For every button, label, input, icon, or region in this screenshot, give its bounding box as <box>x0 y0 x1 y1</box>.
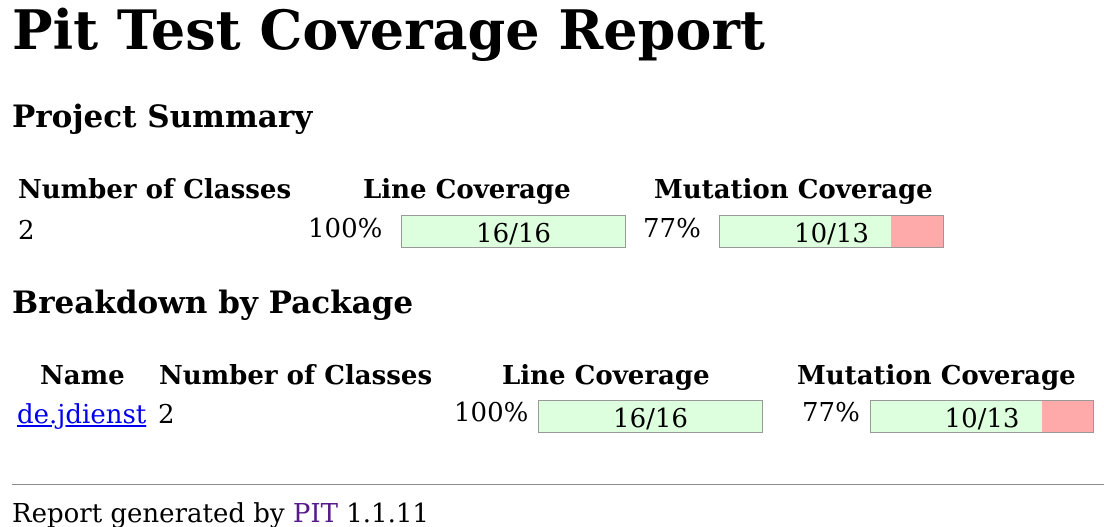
package-line-percent: 100% <box>454 398 529 428</box>
summary-mutation-coverage-label: 10/13 <box>794 219 869 249</box>
header-mutation-coverage: Mutation Coverage <box>797 361 1076 391</box>
header-line-coverage: Line Coverage <box>363 175 571 205</box>
footer: Report generated by PIT 1.1.11 <box>12 501 429 527</box>
page-title: Pit Test Coverage Report <box>12 0 765 62</box>
pit-link[interactable]: PIT <box>293 499 338 527</box>
package-class-count: 2 <box>158 400 175 430</box>
header-number-of-classes: Number of Classes <box>18 175 292 205</box>
summary-line-coverage-label: 16/16 <box>476 219 551 249</box>
footer-prefix: Report generated by <box>12 499 285 527</box>
report-page: Pit Test Coverage Report Project Summary… <box>0 0 1104 527</box>
package-link-de-jdienst[interactable]: de.jdienst <box>17 402 146 428</box>
header-mutation-coverage: Mutation Coverage <box>654 175 933 205</box>
summary-mutation-percent: 77% <box>643 214 701 244</box>
summary-line-percent: 100% <box>308 214 383 244</box>
summary-mutation-coverage-bar: 10/13 <box>719 215 944 249</box>
summary-class-count: 2 <box>18 216 35 246</box>
breakdown-heading: Breakdown by Package <box>12 285 414 321</box>
package-mutation-coverage-label: 10/13 <box>944 404 1020 434</box>
package-line-coverage-label: 16/16 <box>613 404 688 434</box>
header-name: Name <box>40 361 125 391</box>
header-number-of-classes: Number of Classes <box>159 361 433 391</box>
footer-version: 1.1.11 <box>346 499 429 527</box>
package-mutation-coverage-bar: 10/13 <box>870 400 1094 434</box>
package-mutation-percent: 77% <box>802 398 860 428</box>
package-line-coverage-bar: 16/16 <box>538 400 763 434</box>
header-line-coverage: Line Coverage <box>502 361 710 391</box>
footer-divider <box>12 484 1104 485</box>
summary-line-coverage-bar: 16/16 <box>401 215 626 249</box>
project-summary-heading: Project Summary <box>12 99 313 135</box>
